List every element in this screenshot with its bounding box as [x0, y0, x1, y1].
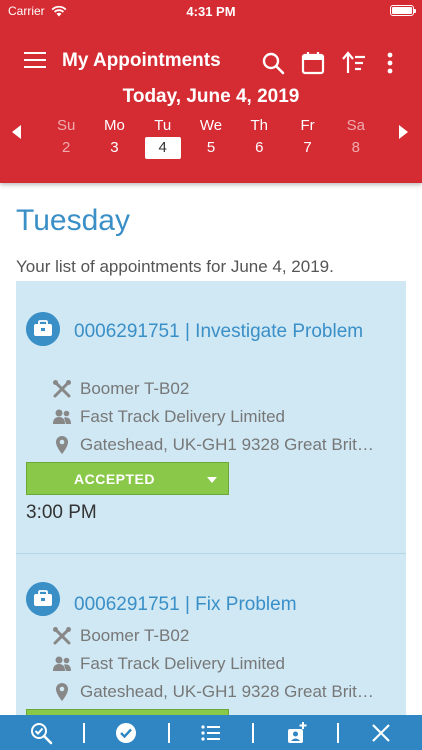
week-strip: Su 2 Mo 3 Tu 4 We 5 Th 6 Fr 7 Sa 8 [42, 116, 380, 162]
status-bar: Carrier 4:31 PM [0, 0, 422, 22]
people-icon [53, 656, 71, 671]
location-pin-icon [56, 683, 68, 701]
dropdown-caret-icon [207, 477, 217, 483]
appointment-time: 3:00 PM [26, 502, 97, 523]
app-title: My Appointments [62, 50, 221, 71]
close-button[interactable] [339, 715, 422, 750]
next-week-arrow-icon[interactable] [396, 124, 410, 140]
search-check-icon [31, 722, 53, 744]
close-icon [371, 723, 390, 742]
people-icon [53, 409, 71, 424]
appointment-title[interactable]: 0006291751 | Investigate Problem [26, 317, 396, 347]
equipment-label: Boomer T-B02 [80, 379, 190, 398]
list-description: Your list of appointments for June 4, 20… [16, 257, 334, 276]
day-tu-selected[interactable]: Tu 4 [139, 116, 187, 162]
appointment-title[interactable]: 0006291751 | Fix Problem [26, 590, 396, 620]
add-contact-icon [287, 721, 307, 743]
status-value: ACCEPTED [73, 471, 155, 487]
more-vert-icon[interactable] [377, 50, 403, 76]
day-we[interactable]: We 5 [187, 116, 235, 162]
prev-week-arrow-icon[interactable] [10, 124, 24, 140]
equipment-label: Boomer T-B02 [80, 626, 190, 645]
list-button[interactable] [170, 715, 253, 750]
customer-label: Fast Track Delivery Limited [80, 654, 285, 673]
tools-icon [53, 627, 71, 645]
day-heading: Tuesday [16, 204, 130, 237]
add-contact-button[interactable] [254, 715, 337, 750]
sort-icon[interactable] [341, 50, 367, 76]
day-fr[interactable]: Fr 7 [283, 116, 331, 162]
list-icon [201, 724, 220, 741]
calendar-icon[interactable] [300, 50, 326, 76]
location-pin-icon [56, 436, 68, 454]
menu-button[interactable] [24, 52, 46, 72]
appointment-card[interactable]: 0006291751 | Investigate Problem Boomer … [16, 281, 406, 554]
day-mo[interactable]: Mo 3 [90, 116, 138, 162]
tools-icon [53, 380, 71, 398]
location-label: Gateshead, UK-GH1 9328 Great Brit… [80, 435, 374, 454]
search-icon[interactable] [260, 50, 286, 76]
day-su[interactable]: Su 2 [42, 116, 90, 162]
search-check-button[interactable] [0, 715, 83, 750]
appointment-card[interactable]: 0006291751 | Fix Problem Boomer T-B02 Fa… [16, 554, 406, 721]
check-circle-icon [116, 722, 137, 743]
customer-label: Fast Track Delivery Limited [80, 407, 285, 426]
toolbar: My Appointments [0, 44, 422, 80]
date-title: Today, June 4, 2019 [122, 86, 300, 107]
appointment-list[interactable]: 0006291751 | Investigate Problem Boomer … [16, 281, 406, 721]
app-header: Carrier 4:31 PM My Appointments Today, J… [0, 0, 422, 183]
complete-button[interactable] [85, 715, 168, 750]
status-dropdown[interactable]: ACCEPTED [26, 462, 229, 495]
battery-icon [390, 5, 416, 16]
day-sa[interactable]: Sa 8 [332, 116, 380, 162]
status-time: 4:31 PM [186, 4, 236, 19]
day-th[interactable]: Th 6 [235, 116, 283, 162]
location-label: Gateshead, UK-GH1 9328 Great Brit… [80, 682, 374, 701]
bottom-action-bar [0, 715, 422, 750]
